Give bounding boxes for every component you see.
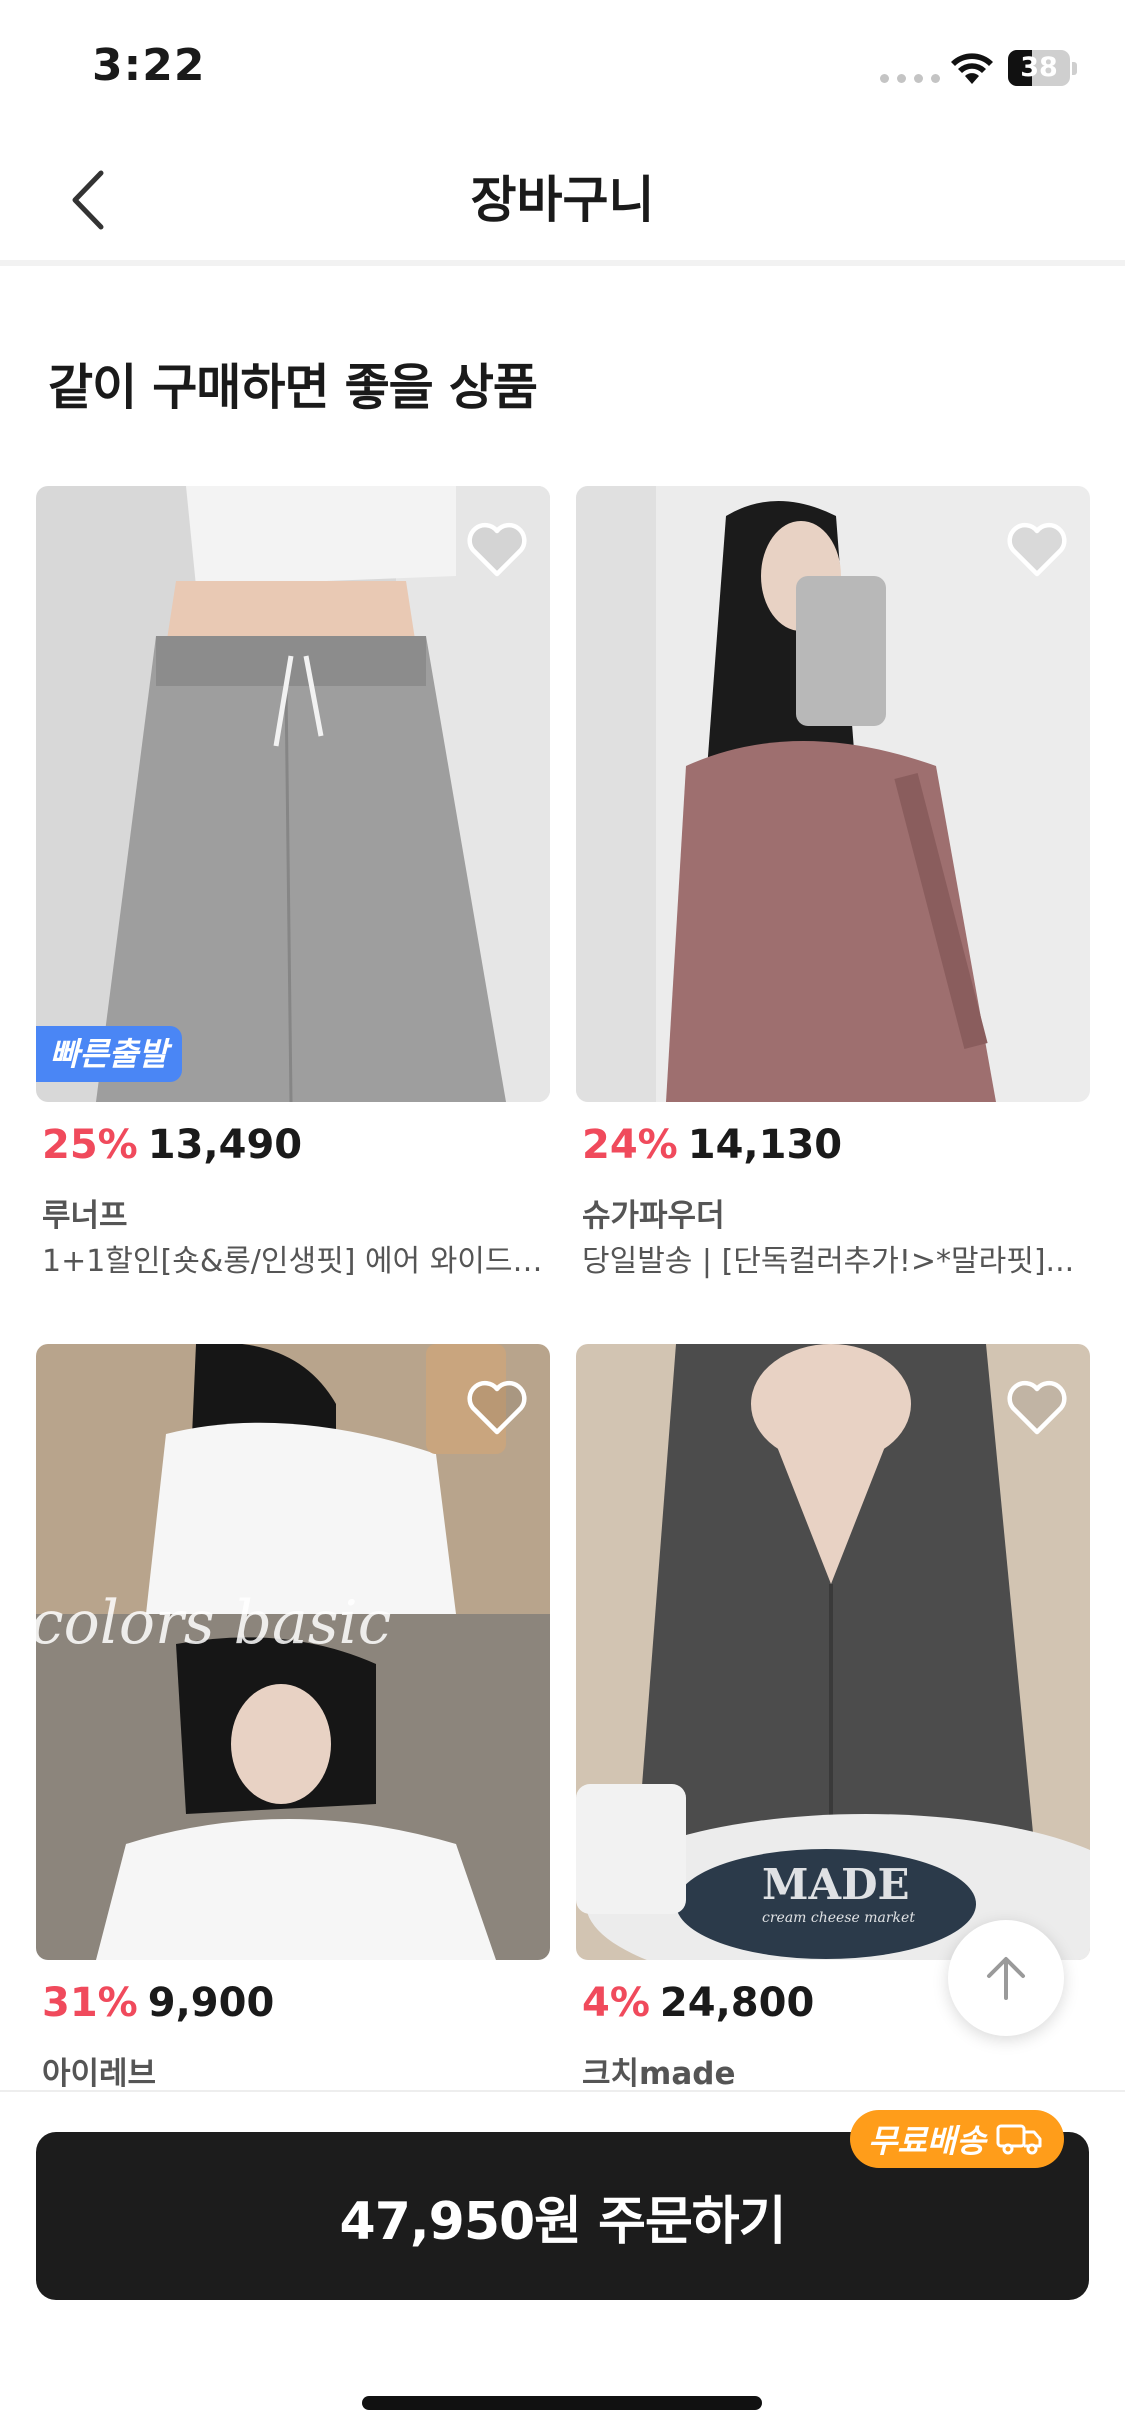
product-image[interactable]	[576, 486, 1090, 1102]
product-photo	[576, 486, 1090, 1102]
home-indicator	[362, 2396, 762, 2410]
bottom-bar: 47,950원 주문하기 무료배송	[0, 2090, 1125, 2436]
product-image[interactable]: colors basic	[36, 1344, 550, 1960]
discount-rate: 31%	[42, 1980, 138, 2026]
image-overlay-text: colors basic	[36, 1588, 392, 1658]
heart-icon[interactable]	[466, 522, 528, 578]
battery-level: 38	[1020, 52, 1058, 83]
discount-rate: 4%	[582, 1980, 650, 2026]
free-shipping-label: 무료배송	[868, 2122, 986, 2160]
chevron-left-icon	[72, 170, 104, 230]
back-button[interactable]	[52, 162, 124, 238]
price-row: 31% 9,900	[42, 1980, 274, 2026]
scroll-top-button[interactable]	[948, 1920, 1064, 2036]
free-shipping-badge: 무료배송	[850, 2110, 1064, 2168]
truck-icon	[996, 2124, 1042, 2155]
price: 14,130	[687, 1122, 843, 1168]
price: 24,800	[659, 1980, 815, 2026]
image-overlay-text: MADE	[762, 1860, 910, 1909]
price-row: 25% 13,490	[42, 1122, 302, 1168]
image-overlay-subtext: cream cheese market	[762, 1910, 915, 1926]
brand-name: 슈가파우더	[582, 1198, 725, 1234]
heart-icon[interactable]	[466, 1380, 528, 1436]
page-title: 장바구니	[470, 171, 655, 229]
discount-rate: 24%	[582, 1122, 678, 1168]
heart-icon[interactable]	[1006, 522, 1068, 578]
product-image[interactable]: 빠른출발	[36, 486, 550, 1102]
product-image[interactable]: MADE cream cheese market	[576, 1344, 1090, 1960]
signal-icon	[880, 74, 940, 83]
nav-bar: 장바구니	[0, 140, 1125, 266]
product-photo	[36, 486, 550, 1102]
section-title: 같이 구매하면 좋을 상품	[48, 359, 538, 416]
price-row: 24% 14,130	[582, 1122, 842, 1168]
arrow-up-icon	[987, 1957, 1025, 2000]
battery-icon: 38	[1008, 48, 1078, 88]
heart-icon[interactable]	[1006, 1380, 1068, 1436]
price: 13,490	[147, 1122, 303, 1168]
status-bar: 3:22 38	[0, 0, 1125, 140]
product-description: 당일발송 | [단독컬러추가!>*말라핏]...	[582, 1244, 1075, 1279]
product-card[interactable]: 빠른출발 25% 13,490 루너프 1+1할인[숏&롱/인생핏] 에어 와이드…	[36, 486, 550, 1286]
product-card[interactable]: colors basic 31% 9,900 아이레브	[36, 1344, 550, 2144]
fast-shipping-badge: 빠른출발	[36, 1026, 182, 1082]
price-row: 4% 24,800	[582, 1980, 814, 2026]
wifi-icon	[951, 53, 993, 84]
product-card[interactable]: 24% 14,130 슈가파우더 당일발송 | [단독컬러추가!>*말라핏]...	[576, 486, 1090, 1286]
cart-screen: 3:22 38 장바구니 같이 구매하면 좋을 상품 빠른출발 25% 13,4…	[0, 0, 1125, 2436]
brand-name: 아이레브	[42, 2056, 157, 2092]
price: 9,900	[147, 1980, 275, 2026]
brand-name: 루너프	[42, 1198, 128, 1234]
brand-name: 크치made	[582, 2056, 736, 2092]
product-description: 1+1할인[숏&롱/인생핏] 에어 와이드 트레이닝 팬츠	[42, 1244, 550, 1279]
status-time: 3:22	[92, 40, 206, 91]
discount-rate: 25%	[42, 1122, 138, 1168]
